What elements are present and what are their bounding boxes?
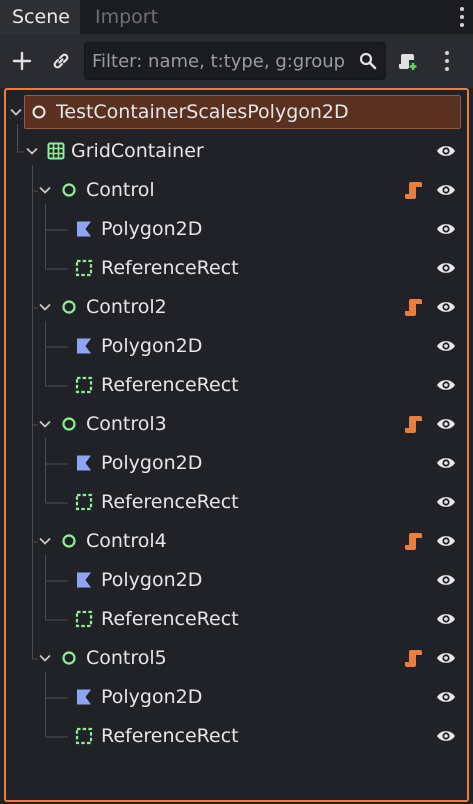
polygon2d-icon [77, 455, 91, 471]
node-label: Control4 [86, 530, 167, 552]
tree-row-polygon2d[interactable]: Polygon2D [6, 445, 467, 481]
visibility-eye-icon[interactable] [435, 648, 457, 668]
chevron-down-icon[interactable] [38, 183, 52, 197]
node-icon [32, 105, 46, 119]
polygon2d-icon [77, 572, 91, 588]
search-icon[interactable] [359, 52, 377, 70]
polygon2d-icon [77, 689, 91, 705]
reference-rect-icon [75, 610, 93, 628]
node-label: Polygon2D [101, 335, 203, 357]
tree-row-referencerect[interactable]: ReferenceRect [6, 601, 467, 637]
link-icon [53, 53, 69, 69]
node-label: ReferenceRect [101, 374, 239, 396]
tree-row-gridcontainer[interactable]: GridContainer [6, 133, 467, 169]
chevron-down-icon[interactable] [38, 417, 52, 431]
chevron-down-icon[interactable] [9, 105, 23, 119]
attach-script-button[interactable] [392, 44, 426, 78]
tree-row-polygon2d[interactable]: Polygon2D [6, 328, 467, 364]
visibility-eye-icon[interactable] [435, 297, 457, 317]
instantiate-child-scene-button[interactable] [44, 44, 78, 78]
chevron-down-icon[interactable] [38, 534, 52, 548]
tree-row-polygon2d[interactable]: Polygon2D [6, 562, 467, 598]
visibility-eye-icon[interactable] [435, 414, 457, 434]
visibility-eye-icon[interactable] [435, 180, 457, 200]
control-node-icon [62, 417, 76, 431]
control-node-icon [62, 651, 76, 665]
visibility-eye-icon[interactable] [435, 141, 457, 161]
visibility-eye-icon[interactable] [435, 375, 457, 395]
node-label: Control5 [86, 647, 167, 669]
tree-row-referencerect[interactable]: ReferenceRect [6, 484, 467, 520]
add-node-button[interactable] [5, 44, 39, 78]
visibility-eye-icon[interactable] [435, 609, 457, 629]
visibility-eye-icon[interactable] [435, 219, 457, 239]
node-label: ReferenceRect [101, 491, 239, 513]
reference-rect-icon [75, 259, 93, 277]
visibility-eye-icon[interactable] [435, 453, 457, 473]
node-label: Control3 [86, 413, 167, 435]
visibility-eye-icon[interactable] [435, 492, 457, 512]
control-node-icon [62, 300, 76, 314]
chevron-down-icon[interactable] [38, 300, 52, 314]
tree-row-control[interactable]: Control [6, 172, 467, 208]
tree-row-referencerect[interactable]: ReferenceRect [6, 250, 467, 286]
polygon2d-icon [77, 338, 91, 354]
control-node-icon [62, 534, 76, 548]
visibility-eye-icon[interactable] [435, 336, 457, 356]
tree-row-control[interactable]: Control5 [6, 640, 467, 676]
node-label: Polygon2D [101, 569, 203, 591]
tree-row-root[interactable]: TestContainerScalesPolygon2D [6, 94, 467, 130]
node-label: Polygon2D [101, 452, 203, 474]
node-label: Polygon2D [101, 218, 203, 240]
dock-options-icon[interactable] [457, 6, 467, 28]
node-label: GridContainer [71, 140, 204, 162]
node-label: ReferenceRect [101, 725, 239, 747]
reference-rect-icon [75, 493, 93, 511]
script-icon[interactable] [404, 531, 424, 551]
node-label: TestContainerScalesPolygon2D [56, 101, 349, 123]
node-label: ReferenceRect [101, 608, 239, 630]
chevron-down-icon[interactable] [25, 144, 39, 158]
visibility-eye-icon[interactable] [435, 726, 457, 746]
script-icon[interactable] [404, 297, 424, 317]
node-label: Control [86, 179, 155, 201]
more-options-button[interactable] [432, 44, 462, 78]
filter-nodes-field [84, 42, 386, 80]
script-icon[interactable] [404, 414, 424, 434]
tree-row-polygon2d[interactable]: Polygon2D [6, 211, 467, 247]
tree-row-control[interactable]: Control2 [6, 289, 467, 325]
node-label: Control2 [86, 296, 167, 318]
node-label: ReferenceRect [101, 257, 239, 279]
attach-script-icon [399, 54, 417, 70]
tree-row-referencerect[interactable]: ReferenceRect [6, 367, 467, 403]
polygon2d-icon [77, 221, 91, 237]
scene-toolbar [0, 34, 473, 88]
tree-row-control[interactable]: Control3 [6, 406, 467, 442]
script-icon[interactable] [404, 648, 424, 668]
grid-container-icon [47, 142, 65, 160]
tree-row-referencerect[interactable]: ReferenceRect [6, 718, 467, 754]
visibility-eye-icon[interactable] [435, 570, 457, 590]
node-label: Polygon2D [101, 686, 203, 708]
tab-scene[interactable]: Scene [0, 0, 80, 34]
plus-icon [12, 51, 32, 71]
visibility-eye-icon[interactable] [435, 258, 457, 278]
tree-row-control[interactable]: Control4 [6, 523, 467, 559]
chevron-down-icon[interactable] [38, 651, 52, 665]
control-node-icon [62, 183, 76, 197]
tree-row-polygon2d[interactable]: Polygon2D [6, 679, 467, 715]
visibility-eye-icon[interactable] [435, 687, 457, 707]
reference-rect-icon [75, 727, 93, 745]
tab-import[interactable]: Import [95, 0, 158, 34]
reference-rect-icon [75, 376, 93, 394]
more-vertical-icon [442, 50, 452, 72]
script-icon[interactable] [404, 180, 424, 200]
filter-nodes-input[interactable] [85, 43, 351, 79]
visibility-eye-icon[interactable] [435, 531, 457, 551]
dock-tab-bar: Scene Import [0, 0, 473, 34]
